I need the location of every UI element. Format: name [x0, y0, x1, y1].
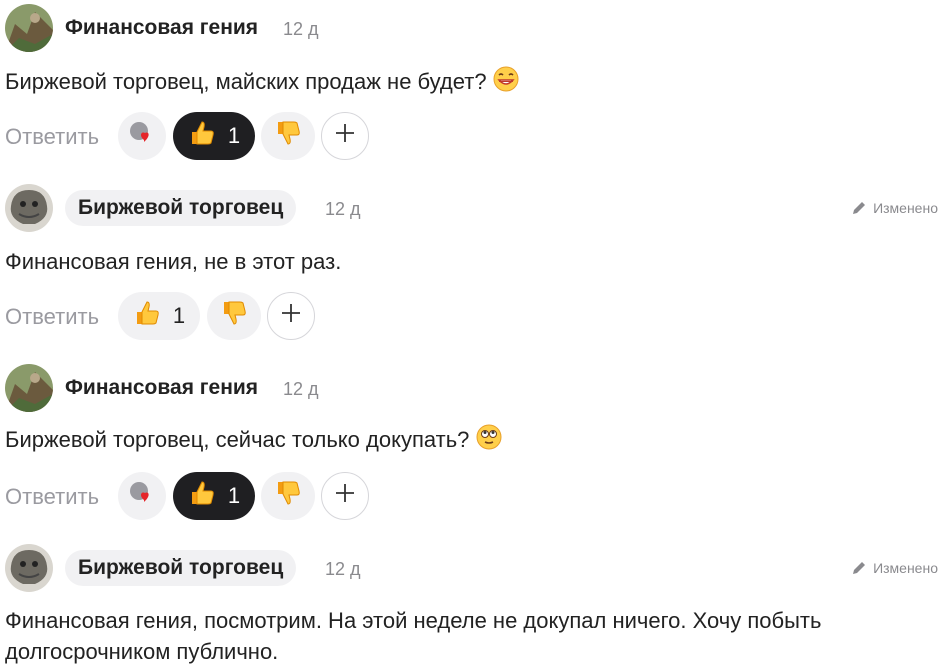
edited-label: Изменено [873, 560, 938, 576]
comment-header: Финансовая гения 12 д [0, 364, 946, 414]
thumbs-down-icon [220, 299, 248, 333]
plus-icon [334, 482, 356, 510]
author-name[interactable]: Финансовая гения [65, 376, 258, 400]
timestamp: 12 д [283, 379, 319, 399]
like-button[interactable]: 1 [118, 292, 200, 340]
like-button[interactable]: 1 [173, 112, 255, 160]
reply-button[interactable]: Ответить [5, 304, 99, 330]
edited-indicator: Изменено [851, 200, 938, 216]
edited-label: Изменено [873, 200, 938, 216]
heart-reaction-button[interactable] [118, 472, 166, 520]
comment-actions: Ответить 1 [0, 292, 946, 342]
comment-actions: Ответить 1 [0, 112, 946, 162]
heart-eyes-icon [127, 478, 157, 514]
timestamp: 12 д [325, 559, 361, 579]
plus-icon [334, 122, 356, 150]
like-count: 1 [172, 303, 186, 328]
reply-button[interactable]: Ответить [5, 124, 99, 150]
like-count: 1 [227, 123, 241, 148]
comment-body: Биржевой торговец, сейчас только докупат… [5, 427, 470, 452]
timestamp: 12 д [325, 199, 361, 219]
author-name[interactable]: Биржевой торговец [65, 190, 297, 226]
dislike-button[interactable] [261, 112, 315, 160]
pencil-icon [853, 202, 866, 214]
avatar[interactable] [5, 544, 53, 592]
comment-text: Биржевой торговец, сейчас только докупат… [5, 424, 935, 458]
comment-header: Биржевой торговец 12 д Изменено [0, 184, 946, 234]
thumbs-up-icon [133, 299, 161, 333]
comment-header: Финансовая гения 12 д [0, 4, 946, 54]
avatar[interactable] [5, 184, 53, 232]
like-count: 1 [227, 483, 241, 508]
pencil-icon [853, 562, 866, 574]
thumbs-up-icon [188, 479, 216, 513]
thumbs-down-icon [274, 479, 302, 513]
comment-header: Биржевой торговец 12 д Изменено [0, 544, 946, 594]
grin-face-icon [493, 66, 519, 100]
comment-actions: Ответить 1 [0, 472, 946, 522]
comment-body: Финансовая гения, посмотрим. На этой нед… [5, 608, 822, 664]
timestamp: 12 д [283, 19, 319, 39]
like-button[interactable]: 1 [173, 472, 255, 520]
edited-indicator: Изменено [851, 560, 938, 576]
reply-button[interactable]: Ответить [5, 484, 99, 510]
comment-text: Биржевой торговец, майских продаж не буд… [5, 66, 935, 100]
dislike-button[interactable] [207, 292, 261, 340]
thumbs-up-icon [188, 119, 216, 153]
add-reaction-button[interactable] [267, 292, 315, 340]
thumbs-down-icon [274, 119, 302, 153]
add-reaction-button[interactable] [321, 112, 369, 160]
author-name[interactable]: Биржевой торговец [65, 550, 297, 586]
rolling-eyes-face-icon [476, 424, 502, 458]
heart-reaction-button[interactable] [118, 112, 166, 160]
heart-eyes-icon [127, 118, 157, 154]
avatar[interactable] [5, 4, 53, 52]
dislike-button[interactable] [261, 472, 315, 520]
add-reaction-button[interactable] [321, 472, 369, 520]
comment-body: Финансовая гения, не в этот раз. [5, 249, 342, 274]
comment-body: Биржевой торговец, майских продаж не буд… [5, 69, 487, 94]
plus-icon [280, 302, 302, 330]
avatar[interactable] [5, 364, 53, 412]
author-name[interactable]: Финансовая гения [65, 16, 258, 40]
